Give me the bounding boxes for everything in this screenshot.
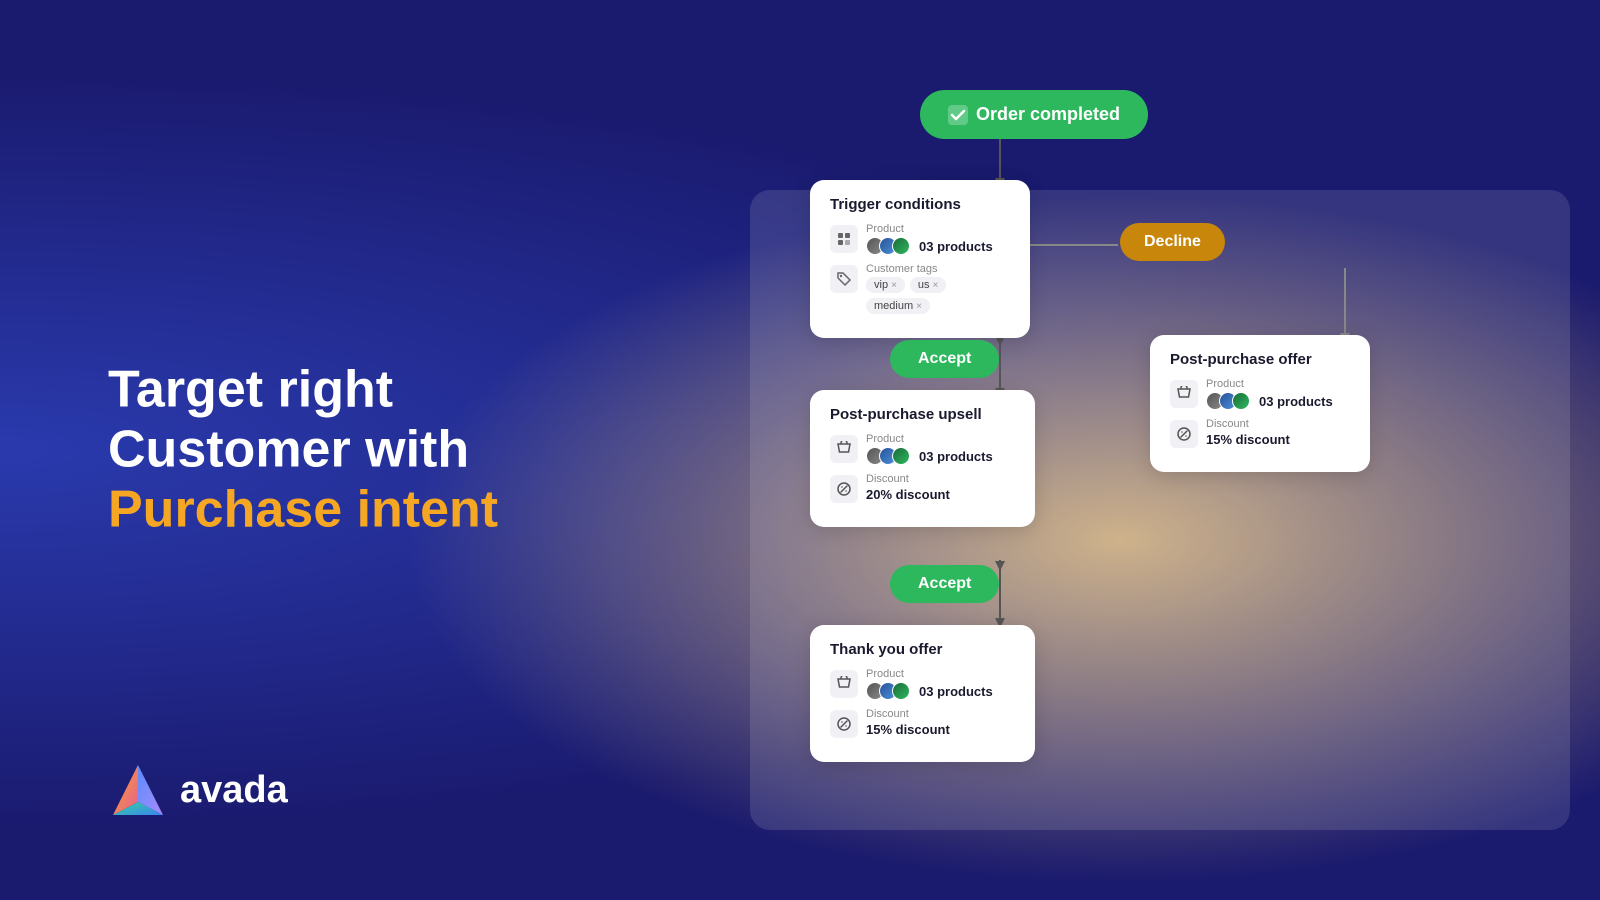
trigger-conditions-title: Trigger conditions (830, 196, 1010, 213)
decline-button[interactable]: Decline (1120, 223, 1225, 261)
thankyou-discount-label: Discount (866, 708, 950, 720)
tag-vip: vip × (866, 277, 905, 293)
upsell-product-field: Product 03 products (830, 433, 1015, 465)
product-value: 03 products (866, 237, 993, 255)
thankyou-discount-icon (830, 710, 858, 738)
headline: Target right Customer with Purchase inte… (108, 360, 498, 539)
offer-discount-icon (1170, 420, 1198, 448)
upsell-product-label: Product (866, 433, 993, 445)
logo-text: avada (180, 769, 288, 812)
order-completed-trigger[interactable]: Order completed (920, 90, 1148, 139)
tags-icon (830, 265, 858, 293)
thankyou-card: Thank you offer Product 03 products (810, 625, 1035, 762)
headline-line1: Target right (108, 360, 393, 418)
flow-area: Order completed Decline Trigger conditio… (730, 40, 1600, 860)
thankyou-product-avatars (866, 682, 910, 700)
check-icon (948, 105, 968, 125)
upsell-avatar-3 (892, 447, 910, 465)
tag-us: us × (910, 277, 946, 293)
offer-product-label: Product (1206, 378, 1333, 390)
customer-tags-field: Customer tags vip × us × medium × (830, 263, 1010, 314)
offer-avatar-3 (1232, 392, 1250, 410)
upsell-card: Post-purchase upsell Product 03 products (810, 390, 1035, 527)
upsell-title: Post-purchase upsell (830, 406, 1015, 423)
thankyou-discount-field: Discount 15% discount (830, 708, 1015, 738)
thankyou-avatar-3 (892, 682, 910, 700)
upsell-product-avatars (866, 447, 910, 465)
avatar-3 (892, 237, 910, 255)
offer-product-icon (1170, 380, 1198, 408)
accept-button-1[interactable]: Accept (890, 340, 999, 378)
headline-line2: Customer with (108, 420, 469, 478)
trigger-conditions-card: Trigger conditions Product (810, 180, 1030, 338)
offer-title: Post-purchase offer (1170, 351, 1350, 368)
accept-button-2[interactable]: Accept (890, 565, 999, 603)
thankyou-product-label: Product (866, 668, 993, 680)
tag-medium: medium × (866, 298, 930, 314)
product-label: Product (866, 223, 993, 235)
thankyou-discount-value: 15% discount (866, 722, 950, 737)
customer-tags-label: Customer tags (866, 263, 1010, 275)
upsell-product-icon (830, 435, 858, 463)
logo-area: avada (108, 760, 288, 820)
tags-row: vip × us × medium × (866, 277, 1010, 314)
upsell-discount-label: Discount (866, 473, 950, 485)
thankyou-product-icon (830, 670, 858, 698)
thankyou-product-field: Product 03 products (830, 668, 1015, 700)
offer-card: Post-purchase offer Product 03 products (1150, 335, 1370, 472)
product-avatars (866, 237, 910, 255)
thankyou-title: Thank you offer (830, 641, 1015, 658)
upsell-product-value: 03 products (866, 447, 993, 465)
product-icon (830, 225, 858, 253)
left-content: Target right Customer with Purchase inte… (108, 360, 498, 539)
offer-discount-value: 15% discount (1206, 432, 1290, 447)
offer-discount-label: Discount (1206, 418, 1290, 430)
offer-product-field: Product 03 products (1170, 378, 1350, 410)
offer-discount-field: Discount 15% discount (1170, 418, 1350, 448)
offer-product-value: 03 products (1206, 392, 1333, 410)
upsell-discount-value: 20% discount (866, 487, 950, 502)
headline-accent: Purchase intent (108, 480, 498, 538)
upsell-discount-field: Discount 20% discount (830, 473, 1015, 503)
upsell-discount-icon (830, 475, 858, 503)
trigger-label: Order completed (976, 104, 1120, 125)
thankyou-product-value: 03 products (866, 682, 993, 700)
offer-product-avatars (1206, 392, 1250, 410)
avada-logo-icon (108, 760, 168, 820)
product-field: Product 03 products (830, 223, 1010, 255)
